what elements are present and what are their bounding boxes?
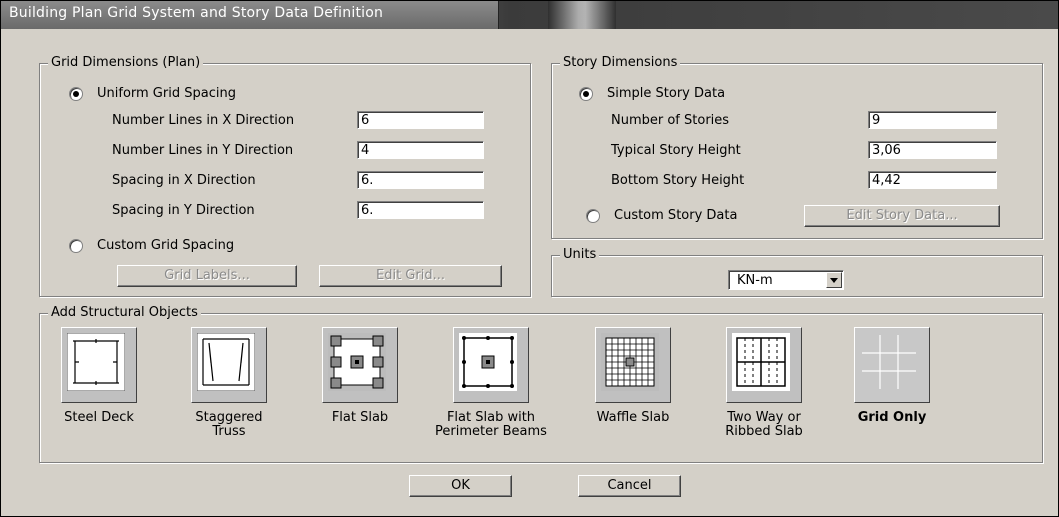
dialog-body: Grid Dimensions (Plan) Uniform Grid Spac…: [11, 37, 1046, 507]
units-dropdown[interactable]: KN-m: [728, 270, 844, 290]
lines-x-label: Number Lines in X Direction: [112, 113, 295, 128]
tile-label-ribbed-slab: Two Way or Ribbed Slab: [725, 410, 803, 439]
custom-story-label: Custom Story Data: [614, 208, 738, 223]
num-stories-field[interactable]: 9: [868, 111, 997, 129]
spacing-y-label: Spacing in Y Direction: [112, 203, 255, 218]
tile-label-flat-slab: Flat Slab: [331, 410, 389, 425]
custom-grid-radio[interactable]: [69, 239, 83, 253]
tile-label-steel-deck: Steel Deck: [64, 410, 134, 425]
simple-story-label: Simple Story Data: [607, 86, 726, 101]
custom-grid-label: Custom Grid Spacing: [97, 238, 235, 253]
spacing-y-field[interactable]: 6.: [357, 201, 484, 219]
spacing-x-label: Spacing in X Direction: [112, 173, 256, 188]
ok-button[interactable]: OK: [409, 475, 512, 497]
bottom-height-label: Bottom Story Height: [611, 173, 745, 188]
num-stories-caption: Number of Stories: [611, 113, 730, 128]
tile-label-waffle-slab: Waffle Slab: [596, 410, 670, 425]
grid-labels-button[interactable]: Grid Labels...: [117, 265, 297, 287]
ribbed-slab-icon: [732, 333, 790, 391]
waffle-slab-tile[interactable]: [595, 327, 671, 403]
units-title: Units: [560, 247, 600, 262]
tile-label-staggered-truss: Staggered Truss: [195, 410, 263, 439]
units-value: KN-m: [737, 273, 773, 288]
flat-slab-perimeter-icon: [459, 333, 517, 391]
grid-dimensions-title: Grid Dimensions (Plan): [48, 55, 204, 70]
edit-grid-button[interactable]: Edit Grid...: [319, 265, 502, 287]
tile-label-flat-slab-perimeter: Flat Slab with Perimeter Beams: [435, 410, 547, 439]
edit-story-data-button[interactable]: Edit Story Data...: [804, 205, 1000, 227]
flat-slab-perimeter-tile[interactable]: [453, 327, 529, 403]
flat-slab-tile[interactable]: [322, 327, 398, 403]
typical-height-label: Typical Story Height: [611, 143, 741, 158]
steel-deck-icon: [67, 333, 125, 391]
cancel-button[interactable]: Cancel: [578, 475, 681, 497]
staggered-truss-tile[interactable]: [191, 327, 267, 403]
lines-y-field[interactable]: 4: [357, 141, 484, 159]
typical-height-field[interactable]: 3,06: [868, 141, 997, 159]
structural-objects-title: Add Structural Objects: [48, 305, 201, 320]
steel-deck-tile[interactable]: [61, 327, 137, 403]
window-title: Building Plan Grid System and Story Data…: [9, 5, 384, 21]
flat-slab-icon: [328, 333, 386, 391]
tile-label-grid-only: Grid Only: [857, 410, 927, 425]
uniform-grid-label: Uniform Grid Spacing: [97, 86, 236, 101]
lines-y-label: Number Lines in Y Direction: [112, 143, 294, 158]
uniform-grid-radio[interactable]: [69, 87, 83, 101]
simple-story-radio[interactable]: [579, 87, 593, 101]
lines-x-field[interactable]: 6: [357, 111, 484, 129]
dialog-window: Building Plan Grid System and Story Data…: [0, 0, 1059, 517]
ribbed-slab-tile[interactable]: [726, 327, 802, 403]
chevron-down-icon[interactable]: [826, 272, 842, 288]
bottom-height-field[interactable]: 4,42: [868, 171, 997, 189]
story-dimensions-title: Story Dimensions: [560, 55, 681, 70]
custom-story-radio[interactable]: [586, 209, 600, 223]
waffle-slab-icon: [601, 333, 659, 391]
staggered-truss-icon: [197, 333, 255, 391]
spacing-x-field[interactable]: 6.: [357, 171, 484, 189]
grid-only-tile[interactable]: [854, 327, 930, 403]
title-bar[interactable]: Building Plan Grid System and Story Data…: [1, 1, 1058, 29]
grid-only-icon: [860, 333, 918, 391]
